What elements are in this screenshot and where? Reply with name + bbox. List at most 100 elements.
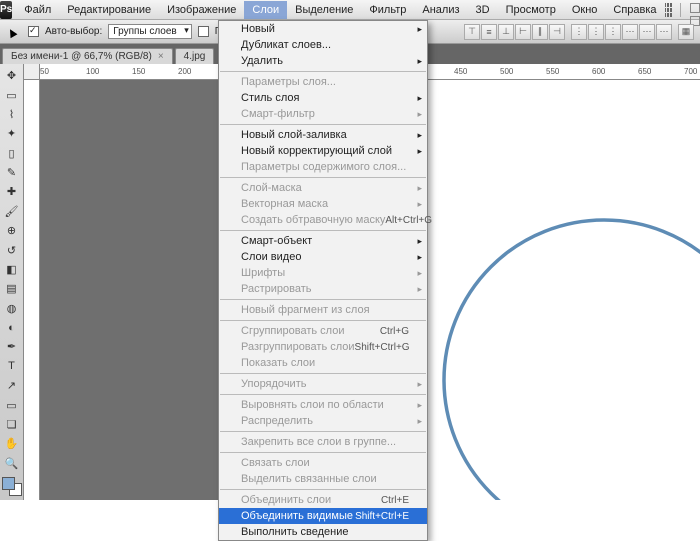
distribute-h-icon[interactable]: ⋯ [639,24,655,40]
distribute-top-icon[interactable]: ⋮ [571,24,587,40]
menu-item-video-layers[interactable]: Слои видео [219,249,427,265]
ruler-tick: 150 [132,67,145,76]
lasso-tool-icon[interactable]: ⌇ [2,106,22,123]
crop-tool-icon[interactable]: ▯ [2,145,22,162]
distribute-left-icon[interactable]: ⋯ [622,24,638,40]
autoselect-checkbox[interactable] [28,26,39,37]
menu-item-lock-all[interactable]: Закрепить все слои в группе... [219,434,427,450]
shape-tool-icon[interactable]: ▭ [2,396,22,413]
ruler-tick: 500 [500,67,513,76]
menu-item-arrange[interactable]: Упорядочить [219,376,427,392]
menu-item-new-fill[interactable]: Новый слой-заливка [219,127,427,143]
menu-item-layer-style[interactable]: Стиль слоя [219,90,427,106]
menu-file[interactable]: Файл [16,1,59,19]
move-tool-icon[interactable]: ✥ [2,67,22,84]
document-tab[interactable]: 4.jpg [175,48,215,64]
wand-tool-icon[interactable]: ✦ [2,125,22,142]
marquee-tool-icon[interactable]: ▭ [2,86,22,103]
eraser-tool-icon[interactable]: ◧ [2,261,22,278]
menu-item-rasterize[interactable]: Растрировать [219,281,427,297]
menu-item-content-options[interactable]: Параметры содержимого слоя... [219,159,427,175]
align-hcenter-icon[interactable]: ∥ [532,24,548,40]
menu-item-clipping-mask[interactable]: Создать обтравочную маскуAlt+Ctrl+G [219,212,427,228]
pen-tool-icon[interactable]: ✒ [2,338,22,355]
distribute-v-icon[interactable]: ⋮ [588,24,604,40]
blur-tool-icon[interactable]: ◍ [2,300,22,317]
align-right-icon[interactable]: ⊣ [549,24,565,40]
eyedropper-tool-icon[interactable]: ✎ [2,164,22,181]
autoselect-label: Авто-выбор: [45,26,102,37]
menu-item-new-slice[interactable]: Новый фрагмент из слоя [219,302,427,318]
menu-image[interactable]: Изображение [159,1,244,19]
menu-item-select-linked[interactable]: Выделить связанные слои [219,471,427,487]
menu-item-merge-visible[interactable]: Объединить видимыеShift+Ctrl+E [219,508,427,524]
menu-view[interactable]: Просмотр [498,1,564,19]
ruler-origin[interactable] [24,64,40,80]
menu-select[interactable]: Выделение [287,1,361,19]
menu-item-layer-properties[interactable]: Параметры слоя... [219,74,427,90]
type-tool-icon[interactable]: T [2,358,22,375]
history-brush-tool-icon[interactable]: ↺ [2,241,22,258]
distribute-right-icon[interactable]: ⋯ [656,24,672,40]
auto-align-icon[interactable]: ▦ [678,24,694,40]
menu-item-merge-layers[interactable]: Объединить слоиCtrl+E [219,492,427,508]
menu-3d[interactable]: 3D [468,1,498,19]
menu-filter[interactable]: Фильтр [361,1,414,19]
workspace-switcher-icon[interactable] [665,3,673,17]
layer-menu-dropdown: Новый Дубликат слоев... Удалить Параметр… [218,20,428,541]
close-icon[interactable]: × [158,51,164,62]
menu-item-type[interactable]: Шрифты [219,265,427,281]
move-tool-icon[interactable] [6,24,22,40]
menu-item-vector-mask[interactable]: Векторная маска [219,196,427,212]
menu-item-new-adjustment[interactable]: Новый корректирующий слой [219,143,427,159]
menu-bar: Ps Файл Редактирование Изображение Слои … [0,0,700,20]
menu-layer[interactable]: Слои [244,1,287,19]
menu-item-hide-layers[interactable]: Показать слои [219,355,427,371]
tab-label: 4.jpg [184,51,206,62]
menu-item-flatten[interactable]: Выполнить сведение [219,524,427,540]
ruler-tick: 200 [178,67,191,76]
menu-item-smart-object[interactable]: Смарт-объект [219,233,427,249]
menu-item-smart-filter[interactable]: Смарт-фильтр [219,106,427,122]
path-tool-icon[interactable]: ↗ [2,377,22,394]
menu-help[interactable]: Справка [605,1,664,19]
document-tab[interactable]: Без имени-1 @ 66,7% (RGB/8) × [2,48,173,64]
ruler-tick: 550 [546,67,559,76]
menu-item-group[interactable]: Сгруппировать слоиCtrl+G [219,323,427,339]
menu-item-distribute[interactable]: Распределить [219,413,427,429]
align-top-icon[interactable]: ⊤ [464,24,480,40]
vertical-ruler[interactable] [24,80,40,500]
stamp-tool-icon[interactable]: ⊕ [2,222,22,239]
align-left-icon[interactable]: ⊢ [515,24,531,40]
menu-window[interactable]: Окно [564,1,606,19]
menu-edit[interactable]: Редактирование [59,1,159,19]
gradient-tool-icon[interactable]: ▤ [2,280,22,297]
menu-analysis[interactable]: Анализ [414,1,467,19]
3d-tool-icon[interactable]: ❏ [2,416,22,433]
align-vcenter-icon[interactable]: ≡ [481,24,497,40]
menu-item-delete[interactable]: Удалить [219,53,427,69]
autoselect-dropdown[interactable]: Группы слоев [108,24,191,39]
tool-palette: ✥ ▭ ⌇ ✦ ▯ ✎ ✚ 🖌 ⊕ ↺ ◧ ▤ ◍ ◐ ✒ T ↗ ▭ ❏ ✋ … [0,64,24,500]
hand-tool-icon[interactable]: ✋ [2,435,22,452]
ruler-tick: 650 [638,67,651,76]
color-swatches[interactable] [2,477,22,496]
ruler-tick: 450 [454,67,467,76]
distribute-bottom-icon[interactable]: ⋮ [605,24,621,40]
dodge-tool-icon[interactable]: ◐ [2,319,22,336]
zoom-tool-icon[interactable]: 🔍 [2,455,22,472]
healing-tool-icon[interactable]: ✚ [2,183,22,200]
show-transform-checkbox[interactable] [198,26,209,37]
menu-item-link[interactable]: Связать слои [219,455,427,471]
tab-label: Без имени-1 @ 66,7% (RGB/8) [11,51,152,62]
brush-tool-icon[interactable]: 🖌 [2,203,22,220]
distribute-buttons: ⋮ ⋮ ⋮ ⋯ ⋯ ⋯ [571,24,672,40]
align-buttons: ⊤ ≡ ⊥ ⊢ ∥ ⊣ [464,24,565,40]
menu-item-ungroup[interactable]: Разгруппировать слоиShift+Ctrl+G [219,339,427,355]
app-logo: Ps [0,1,12,19]
menu-item-layer-mask[interactable]: Слой-маска [219,180,427,196]
menu-item-duplicate[interactable]: Дубликат слоев... [219,37,427,53]
menu-item-align[interactable]: Выровнять слои по области [219,397,427,413]
align-bottom-icon[interactable]: ⊥ [498,24,514,40]
menu-item-new[interactable]: Новый [219,21,427,37]
